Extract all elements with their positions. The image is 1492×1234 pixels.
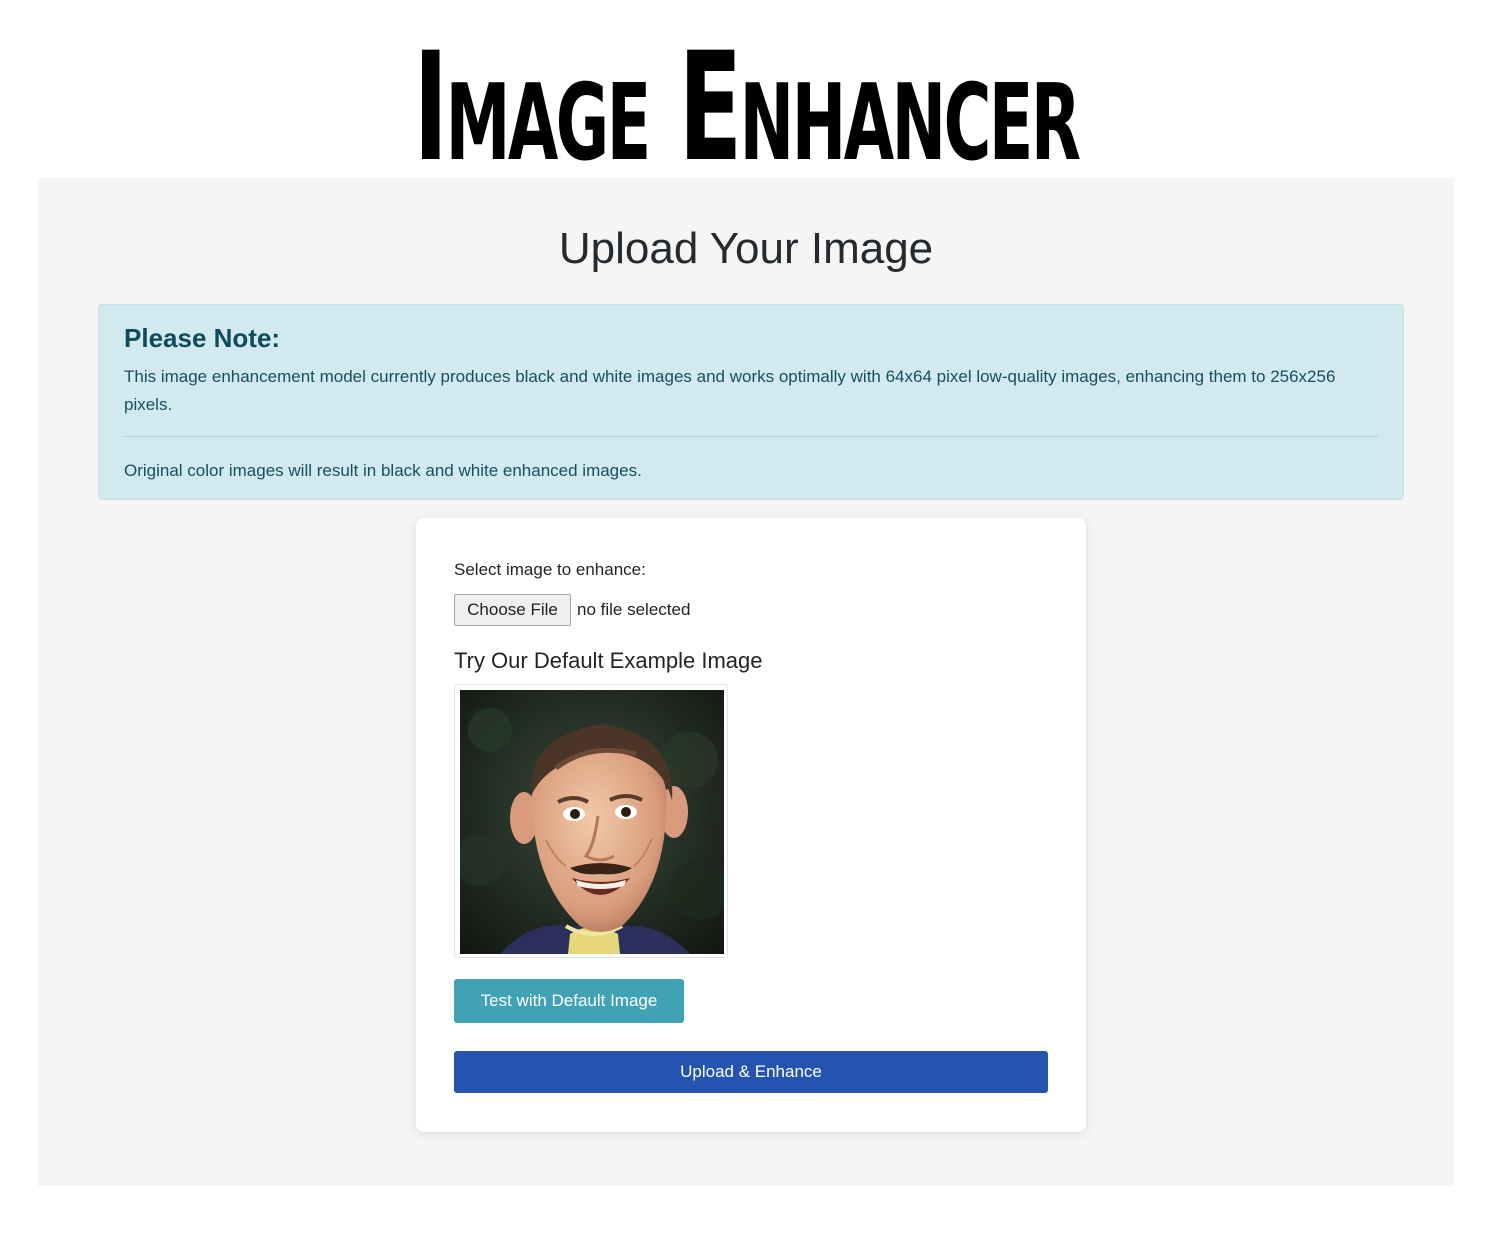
note-alert: Please Note: This image enhancement mode… <box>98 304 1404 500</box>
file-status-text: no file selected <box>577 600 691 619</box>
example-image-heading: Try Our Default Example Image <box>454 648 763 673</box>
page-heading: Upload Your Image <box>558 224 934 273</box>
choose-file-button[interactable]: Choose File <box>454 594 571 626</box>
default-example-image[interactable] <box>454 684 728 958</box>
upload-card: Select image to enhance: Choose File no … <box>416 518 1086 1132</box>
upload-enhance-button[interactable]: Upload & Enhance <box>454 1051 1048 1093</box>
portrait-photo-icon <box>460 690 724 954</box>
note-heading: Please Note: <box>124 323 281 353</box>
upload-panel: Upload Your Image Please Note: This imag… <box>38 178 1454 1186</box>
note-divider <box>124 436 1378 437</box>
note-text: This image enhancement model currently p… <box>124 367 1336 414</box>
select-image-label: Select image to enhance: <box>454 560 646 579</box>
brand-title: Image Enhancer <box>413 21 1081 195</box>
note-secondary-text: Original color images will result in bla… <box>124 461 642 480</box>
test-default-image-button[interactable]: Test with Default Image <box>454 979 684 1023</box>
